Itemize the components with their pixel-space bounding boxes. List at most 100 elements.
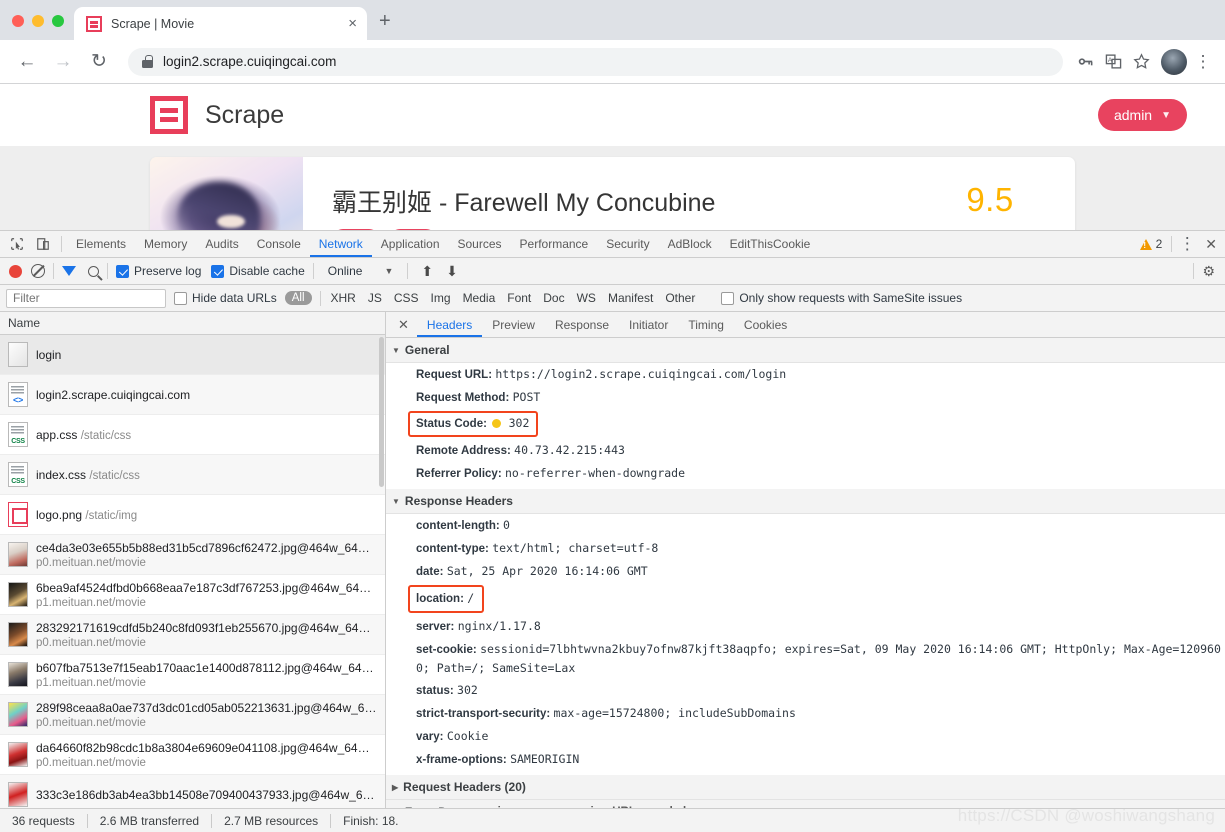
- devtools-more-icon[interactable]: ⋮: [1177, 237, 1197, 251]
- tab-audits[interactable]: Audits: [196, 231, 247, 257]
- devtools-close-icon[interactable]: ✕: [1197, 236, 1225, 253]
- tab-memory[interactable]: Memory: [135, 231, 196, 257]
- minimize-window-button[interactable]: [32, 15, 44, 27]
- request-list[interactable]: login <> login2.scrape.cuiqingcai.com CS…: [0, 335, 385, 808]
- table-row[interactable]: 6bea9af4524dfbd0b668eaa7e187c3df767253.j…: [0, 575, 385, 615]
- record-button[interactable]: [9, 265, 22, 278]
- request-method-value: POST: [513, 390, 541, 404]
- preserve-log-checkbox[interactable]: Preserve log: [116, 264, 201, 278]
- table-row[interactable]: da64660f82b98cdc1b8a3804e69609e041108.jp…: [0, 735, 385, 775]
- file-icon: [8, 342, 28, 367]
- profile-avatar[interactable]: [1161, 49, 1187, 75]
- translate-icon[interactable]: A: [1099, 48, 1127, 76]
- throttling-select[interactable]: Online ▼: [322, 264, 400, 278]
- warnings-badge[interactable]: 2: [1140, 237, 1167, 251]
- tab-response[interactable]: Response: [545, 312, 619, 337]
- tab-sources[interactable]: Sources: [449, 231, 511, 257]
- star-icon[interactable]: [1127, 48, 1155, 76]
- type-filter-manifest[interactable]: Manifest: [606, 291, 655, 305]
- type-filter-doc[interactable]: Doc: [541, 291, 566, 305]
- table-row[interactable]: logo.png /static/img: [0, 495, 385, 535]
- checkbox-box[interactable]: [721, 292, 734, 305]
- response-headers-section-header[interactable]: ▼ Response Headers: [386, 489, 1225, 514]
- window-traffic-lights: [8, 15, 74, 40]
- header-value: /: [467, 591, 474, 605]
- table-row[interactable]: b607fba7513e7f15eab170aac1e1400d878112.j…: [0, 655, 385, 695]
- checkbox-box[interactable]: [116, 265, 129, 278]
- referrer-policy-value: no-referrer-when-downgrade: [505, 466, 685, 480]
- kebab-menu-icon[interactable]: ⋮: [1193, 55, 1213, 69]
- tab-timing[interactable]: Timing: [678, 312, 734, 337]
- reload-icon[interactable]: ↻: [84, 47, 114, 77]
- hide-data-urls-checkbox[interactable]: Hide data URLs: [174, 291, 277, 305]
- css-file-icon: CSS: [8, 462, 28, 487]
- checkbox-box[interactable]: [211, 265, 224, 278]
- referrer-policy-row: Referrer Policy: no-referrer-when-downgr…: [386, 462, 1225, 489]
- filter-icon[interactable]: [62, 266, 76, 276]
- type-filter-media[interactable]: Media: [461, 291, 498, 305]
- new-tab-button[interactable]: +: [379, 11, 391, 31]
- detail-close-icon[interactable]: ✕: [390, 317, 417, 333]
- table-row[interactable]: <> login2.scrape.cuiqingcai.com: [0, 375, 385, 415]
- warnings-count: 2: [1156, 237, 1163, 251]
- table-row[interactable]: 289f98ceaa8a0ae737d3dc01cd05ab052213631.…: [0, 695, 385, 735]
- tab-security[interactable]: Security: [597, 231, 658, 257]
- search-icon[interactable]: [88, 266, 99, 277]
- back-icon[interactable]: ←: [12, 47, 42, 77]
- tab-headers[interactable]: Headers: [417, 312, 482, 337]
- type-filter-other[interactable]: Other: [663, 291, 697, 305]
- transferred-size: 2.6 MB transferred: [88, 814, 211, 828]
- tab-cookies[interactable]: Cookies: [734, 312, 797, 337]
- type-filter-all[interactable]: All: [285, 291, 312, 305]
- tab-performance[interactable]: Performance: [511, 231, 598, 257]
- network-status-bar: 36 requests 2.6 MB transferred 2.7 MB re…: [0, 808, 1225, 832]
- browser-tab-strip: Scrape | Movie × +: [0, 0, 1225, 40]
- inspect-element-icon[interactable]: [4, 231, 30, 257]
- request-headers-section-header[interactable]: ▶ Request Headers (20): [386, 775, 1225, 800]
- clear-icon[interactable]: [31, 264, 45, 278]
- table-row[interactable]: CSS app.css /static/css: [0, 415, 385, 455]
- close-window-button[interactable]: [12, 15, 24, 27]
- forward-icon[interactable]: →: [48, 47, 78, 77]
- maximize-window-button[interactable]: [52, 15, 64, 27]
- type-filter-js[interactable]: JS: [366, 291, 384, 305]
- request-list-scrollbar[interactable]: [378, 335, 385, 808]
- device-toolbar-icon[interactable]: [30, 231, 56, 257]
- tab-adblock[interactable]: AdBlock: [659, 231, 721, 257]
- tab-application[interactable]: Application: [372, 231, 449, 257]
- status-code-key: Status Code:: [416, 418, 487, 430]
- tab-network[interactable]: Network: [310, 231, 372, 257]
- status-code-value: 302: [509, 416, 530, 430]
- tab-initiator[interactable]: Initiator: [619, 312, 678, 337]
- close-icon[interactable]: ×: [348, 16, 357, 31]
- browser-tab[interactable]: Scrape | Movie ×: [74, 7, 367, 40]
- type-filter-xhr[interactable]: XHR: [329, 291, 358, 305]
- table-row[interactable]: 333c3e186db3ab4ea3bb14508e709400437933.j…: [0, 775, 385, 808]
- type-filter-css[interactable]: CSS: [392, 291, 421, 305]
- key-icon[interactable]: [1071, 48, 1099, 76]
- form-data-section-header[interactable]: ▼ Form Data view source view URL encoded: [386, 800, 1225, 808]
- address-bar[interactable]: login2.scrape.cuiqingcai.com: [128, 48, 1063, 76]
- table-row[interactable]: CSS index.css /static/css: [0, 455, 385, 495]
- header-key: status:: [416, 685, 454, 697]
- gear-icon[interactable]: ⚙: [1202, 263, 1219, 280]
- type-filter-font[interactable]: Font: [505, 291, 533, 305]
- samesite-issues-checkbox[interactable]: Only show requests with SameSite issues: [721, 291, 962, 305]
- export-har-icon[interactable]: ⬇: [441, 264, 463, 278]
- import-har-icon[interactable]: ⬆: [416, 264, 438, 278]
- type-filter-ws[interactable]: WS: [575, 291, 598, 305]
- disable-cache-checkbox[interactable]: Disable cache: [211, 264, 304, 278]
- tab-preview[interactable]: Preview: [482, 312, 545, 337]
- tab-editthiscookie[interactable]: EditThisCookie: [721, 231, 820, 257]
- filter-input[interactable]: [6, 289, 166, 308]
- user-menu-button[interactable]: admin ▼: [1098, 99, 1187, 131]
- general-section-header[interactable]: ▼ General: [386, 338, 1225, 363]
- image-file-icon: [8, 702, 28, 727]
- table-row[interactable]: 283292171619cdfd5b240c8fd093f1eb255670.j…: [0, 615, 385, 655]
- table-row[interactable]: ce4da3e03e655b5b88ed31b5cd7896cf62472.jp…: [0, 535, 385, 575]
- tab-console[interactable]: Console: [248, 231, 310, 257]
- table-row[interactable]: login: [0, 335, 385, 375]
- checkbox-box[interactable]: [174, 292, 187, 305]
- tab-elements[interactable]: Elements: [67, 231, 135, 257]
- type-filter-img[interactable]: Img: [429, 291, 453, 305]
